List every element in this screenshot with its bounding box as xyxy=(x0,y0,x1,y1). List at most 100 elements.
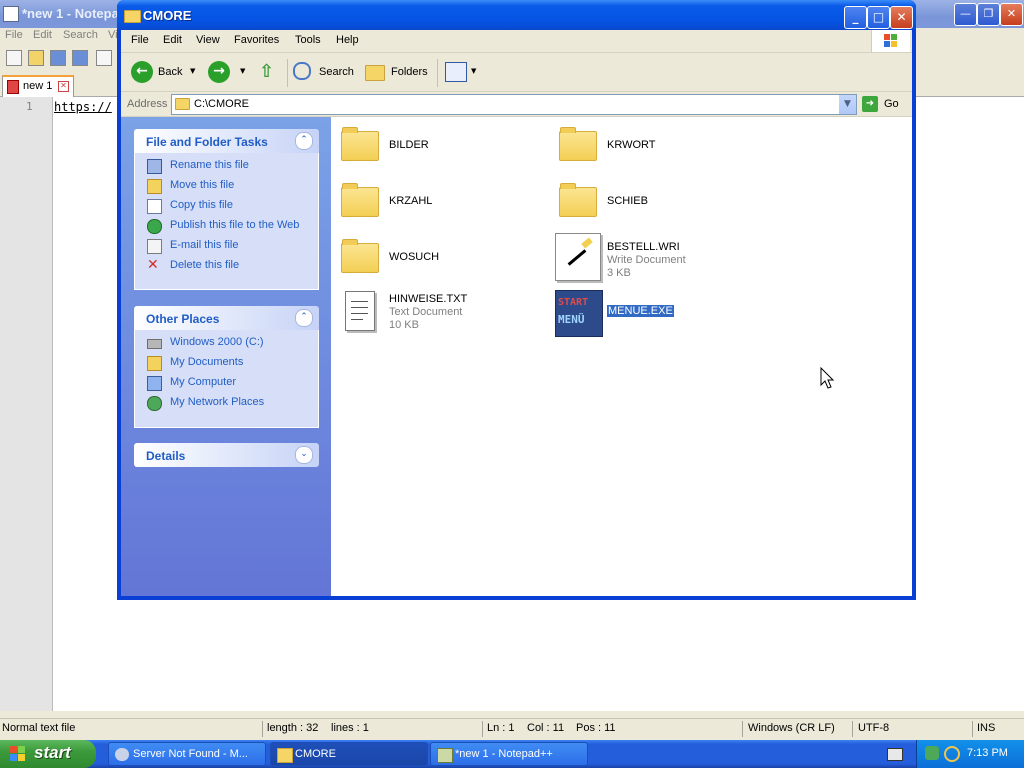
views-icon[interactable] xyxy=(445,62,467,82)
folders-button[interactable]: Folders xyxy=(391,66,428,78)
system-tray: 7:13 PM xyxy=(916,740,1024,768)
back-arrow-icon[interactable]: ← xyxy=(131,61,153,83)
file-folder-tasks-title: File and Folder Tasks xyxy=(146,135,268,149)
status-encoding[interactable]: UTF-8 xyxy=(858,722,889,734)
task-publish-web[interactable]: Publish this file to the Web xyxy=(147,217,312,235)
file-item[interactable]: HINWEISE.TXT Text Document 10 KB xyxy=(345,287,555,339)
close-file-icon[interactable] xyxy=(96,50,112,66)
tab-new-1[interactable]: new 1 ✕ xyxy=(2,75,74,98)
folder-item[interactable]: SCHIEB xyxy=(559,179,769,231)
details-header[interactable]: Details ⌄ xyxy=(134,443,319,467)
editor-text: https:// xyxy=(54,100,112,114)
menu-help[interactable]: Help xyxy=(336,34,359,46)
task-delete-file[interactable]: ✕ Delete this file xyxy=(147,257,312,275)
explorer-toolbar: ← Back ▼ → ▼ ⇧ Search Folders ▼ xyxy=(121,53,912,92)
folder-item[interactable]: KRZAHL xyxy=(341,179,551,231)
expand-chevron-icon[interactable]: ⌄ xyxy=(295,446,313,464)
collapse-chevron-icon[interactable]: ⌃ xyxy=(295,132,313,150)
place-network[interactable]: My Network Places xyxy=(147,394,312,412)
address-dropdown-icon[interactable]: ▼ xyxy=(839,95,856,114)
task-rename-file[interactable]: Rename this file xyxy=(147,157,312,175)
my-documents-icon xyxy=(147,356,162,371)
views-dropdown-icon[interactable]: ▼ xyxy=(471,67,476,75)
status-ln: Ln : 1 xyxy=(487,722,515,734)
email-icon xyxy=(147,239,162,254)
folder-icon xyxy=(559,183,597,217)
write-document-icon xyxy=(555,233,601,281)
task-move-file[interactable]: Move this file xyxy=(147,177,312,195)
search-button[interactable]: Search xyxy=(319,66,354,78)
folder-item[interactable]: WOSUCH xyxy=(341,235,551,287)
tab-close-icon[interactable]: ✕ xyxy=(58,81,69,92)
menu-file[interactable]: File xyxy=(131,34,149,46)
file-folder-tasks-list: Rename this file Move this file Copy thi… xyxy=(134,153,319,290)
collapse-chevron-icon[interactable]: ⌃ xyxy=(295,309,313,327)
new-file-icon[interactable] xyxy=(6,50,22,66)
notepad-minimize-button[interactable]: — xyxy=(954,3,977,26)
folders-icon[interactable] xyxy=(365,65,385,81)
forward-dropdown-icon[interactable]: ▼ xyxy=(240,67,245,75)
explorer-title-bar[interactable]: CMORE _ □ ✕ xyxy=(117,0,916,30)
notepad-menu-file[interactable]: File xyxy=(5,29,23,41)
taskbar-item-cmore[interactable]: CMORE xyxy=(270,742,428,766)
place-my-documents[interactable]: My Documents xyxy=(147,354,312,372)
search-icon[interactable] xyxy=(293,62,311,80)
address-value: C:\CMORE xyxy=(194,98,249,110)
menu-edit[interactable]: Edit xyxy=(163,34,182,46)
file-item[interactable]: BESTELL.WRI Write Document 3 KB xyxy=(555,231,765,283)
explorer-title: CMORE xyxy=(143,8,192,23)
taskbar: start Server Not Found - M... CMORE *new… xyxy=(0,740,1024,768)
file-folder-tasks-header[interactable]: File and Folder Tasks ⌃ xyxy=(134,129,319,153)
explorer-window: CMORE _ □ ✕ File Edit View Favorites Too… xyxy=(117,0,916,600)
drive-icon xyxy=(147,339,162,349)
file-item-selected[interactable]: START MENÜ MENUE.EXE xyxy=(555,287,765,339)
notepad-title: *new 1 - Notepa xyxy=(22,6,119,21)
forward-arrow-icon[interactable]: → xyxy=(208,61,230,83)
back-button[interactable]: Back xyxy=(158,66,182,78)
network-tray-icon[interactable] xyxy=(925,746,939,760)
folder-item[interactable]: KRWORT xyxy=(559,123,769,175)
other-places-header[interactable]: Other Places ⌃ xyxy=(134,306,319,330)
folder-item[interactable]: BILDER xyxy=(341,123,551,175)
status-file-type: Normal text file xyxy=(2,722,76,734)
other-places-list: Windows 2000 (C:) My Documents My Comput… xyxy=(134,330,319,428)
menu-tools[interactable]: Tools xyxy=(295,34,321,46)
place-my-computer[interactable]: My Computer xyxy=(147,374,312,392)
address-input[interactable]: C:\CMORE ▼ xyxy=(171,94,857,115)
save-all-icon[interactable] xyxy=(72,50,88,66)
notepad-menu-search[interactable]: Search xyxy=(63,29,98,41)
open-file-icon[interactable] xyxy=(28,50,44,66)
place-drive-c[interactable]: Windows 2000 (C:) xyxy=(147,334,312,352)
menu-view[interactable]: View xyxy=(196,34,220,46)
file-folder-tasks-panel: File and Folder Tasks ⌃ Rename this file… xyxy=(134,129,319,290)
address-label: Address xyxy=(127,98,168,110)
menu-favorites[interactable]: Favorites xyxy=(234,34,279,46)
details-title: Details xyxy=(146,449,186,463)
save-icon[interactable] xyxy=(50,50,66,66)
minimize-button[interactable]: _ xyxy=(844,6,867,29)
task-email-file[interactable]: E-mail this file xyxy=(147,237,312,255)
status-eol[interactable]: Windows (CR LF) xyxy=(748,722,835,734)
windows-flag-icon xyxy=(10,746,26,762)
notepad-close-button[interactable]: ✕ xyxy=(1000,3,1023,26)
task-copy-file[interactable]: Copy this file xyxy=(147,197,312,215)
start-button[interactable]: start xyxy=(0,740,96,768)
taskbar-item-notepad[interactable]: *new 1 - Notepad++ xyxy=(430,742,588,766)
back-dropdown-icon[interactable]: ▼ xyxy=(190,67,195,75)
my-computer-icon xyxy=(147,376,162,391)
address-folder-icon xyxy=(175,98,190,110)
go-button[interactable]: ➜ Go xyxy=(862,95,910,113)
unsaved-file-icon xyxy=(7,80,19,94)
keyboard-icon[interactable] xyxy=(887,748,903,761)
up-folder-icon[interactable]: ⇧ xyxy=(259,61,279,82)
folder-icon xyxy=(124,10,141,23)
folder-icon xyxy=(559,127,597,161)
taskbar-item-browser[interactable]: Server Not Found - M... xyxy=(108,742,266,766)
notepad-restore-button[interactable]: ❐ xyxy=(977,3,1000,26)
close-button[interactable]: ✕ xyxy=(890,6,913,29)
search-tray-icon[interactable] xyxy=(944,746,960,762)
file-view[interactable]: BILDER KRWORT KRZAHL SCHIEB WOSUCH BESTE… xyxy=(331,117,912,596)
maximize-button[interactable]: □ xyxy=(867,6,890,29)
notepad-menu-edit[interactable]: Edit xyxy=(33,29,52,41)
clock[interactable]: 7:13 PM xyxy=(967,747,1008,759)
